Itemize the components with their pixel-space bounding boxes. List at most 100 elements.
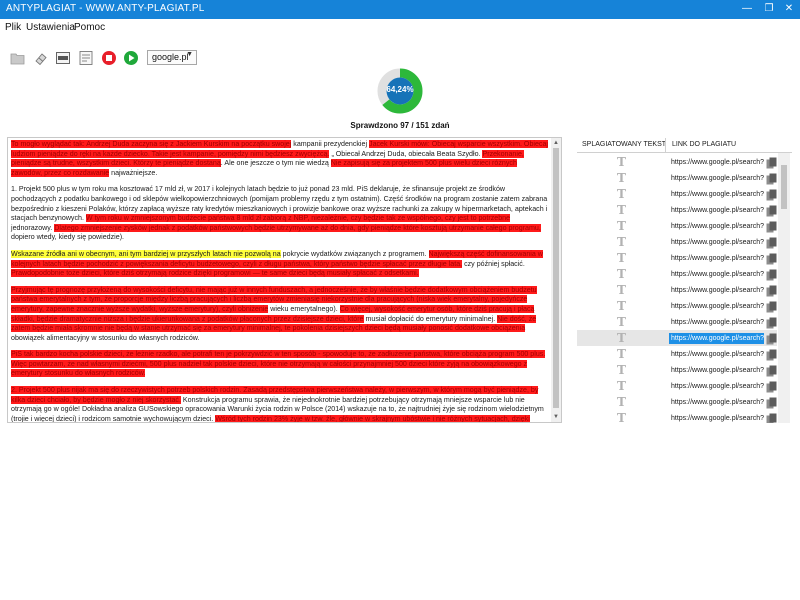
close-button[interactable]: ✕ [776, 0, 800, 19]
analyzed-text-panel[interactable]: To mogło wyglądać tak: Andrzej Duda zacz… [7, 137, 562, 423]
table-scrollbar[interactable] [778, 153, 790, 423]
column-header-text[interactable]: SPLAGIATOWANY TEKST [582, 141, 666, 148]
menu-plik[interactable]: Plik [5, 22, 21, 33]
text-type-icon[interactable]: T [617, 156, 626, 168]
scroll-down-icon[interactable]: ▼ [551, 412, 561, 422]
copy-icon[interactable] [766, 252, 778, 265]
menu-pomoc[interactable]: Pomoc [74, 22, 105, 33]
table-row[interactable]: Thttps://www.google.pl/search?q= [577, 202, 777, 218]
text-type-icon[interactable]: T [617, 380, 626, 392]
text-fragment: pokrycie wydatków związanych z programem… [280, 249, 429, 258]
text-type-icon[interactable]: T [617, 268, 626, 280]
table-row[interactable]: Thttps://www.google.pl/search?q= [577, 170, 777, 186]
table-row[interactable]: Thttps://www.google.pl/search?q= [577, 234, 777, 250]
table-row[interactable]: Thttps://www.google.pl/search?q= [577, 282, 777, 298]
plagiarism-link[interactable]: https://www.google.pl/search?q= [669, 189, 764, 200]
plagiarism-link[interactable]: https://www.google.pl/search?q= [669, 205, 764, 216]
play-icon[interactable] [123, 50, 139, 66]
text-type-icon[interactable]: T [617, 204, 626, 216]
copy-icon[interactable] [766, 316, 778, 329]
table-row[interactable]: Thttps://www.google.pl/search?q= [577, 330, 777, 346]
copy-icon[interactable] [766, 412, 778, 423]
scroll-up-icon[interactable]: ▲ [551, 138, 561, 148]
plagiarism-link[interactable]: https://www.google.pl/search?q= [669, 253, 764, 264]
plagiarism-link[interactable]: https://www.google.pl/search?q= [669, 333, 764, 344]
text-paragraph: 1. Projekt 500 plus w tym roku ma koszto… [11, 185, 549, 243]
column-header-link[interactable]: LINK DO PLAGIATU [672, 141, 736, 148]
copy-icon[interactable] [766, 204, 778, 217]
plagiarism-link[interactable]: https://www.google.pl/search?q= [669, 365, 764, 376]
plagiarism-link[interactable]: https://www.google.pl/search?q= [669, 269, 764, 280]
plagiarism-link[interactable]: https://www.google.pl/search?q= [669, 397, 764, 408]
plagiarism-link[interactable]: https://www.google.pl/search?q= [669, 381, 764, 392]
copy-icon[interactable] [766, 332, 778, 345]
copy-icon[interactable] [766, 348, 778, 361]
table-row[interactable]: Thttps://www.google.pl/search?q= [577, 394, 777, 410]
plagiarism-link[interactable]: https://www.google.pl/search?q= [669, 237, 764, 248]
copy-icon[interactable] [766, 188, 778, 201]
copy-icon[interactable] [766, 284, 778, 297]
search-engine-select[interactable]: google.pl ▼ [147, 50, 197, 65]
text-fragment: wieku emerytalnego). [268, 304, 340, 313]
title-bar: ANTYPLAGIAT - WWW.ANTY-PLAGIAT.PL — ❐ ✕ [0, 0, 800, 19]
table-row[interactable]: Thttps://www.google.pl/search?q= [577, 186, 777, 202]
text-type-icon[interactable]: T [617, 348, 626, 360]
plagiarism-link[interactable]: https://www.google.pl/search?q= [669, 349, 764, 360]
copy-icon[interactable] [766, 172, 778, 185]
plagiarism-link[interactable]: https://www.google.pl/search?q= [669, 317, 764, 328]
plagiarized-fragment: Dlatego zmniejszenie zysków jednak z pod… [54, 223, 541, 232]
text-type-icon[interactable]: T [617, 300, 626, 312]
text-fragment: jednorazowy. [11, 223, 55, 232]
copy-icon[interactable] [766, 300, 778, 313]
column-divider[interactable] [665, 138, 666, 152]
plagiarism-link[interactable]: https://www.google.pl/search?q= [669, 173, 764, 184]
copy-icon[interactable] [766, 156, 778, 169]
text-scrollbar[interactable]: ▲ ▼ [551, 138, 561, 422]
text-paragraph: Wskazane źródła ani w obecnym, ani tym b… [11, 249, 549, 279]
table-row[interactable]: Thttps://www.google.pl/search?q= [577, 346, 777, 362]
copy-icon[interactable] [766, 268, 778, 281]
stop-icon[interactable] [101, 50, 117, 66]
text-type-icon[interactable]: T [617, 396, 626, 408]
plagiarism-link[interactable]: https://www.google.pl/search?q= [669, 285, 764, 296]
text-type-icon[interactable]: T [617, 412, 626, 423]
text-type-icon[interactable]: T [617, 316, 626, 328]
text-paragraph: PiS tak bardzo kocha polskie dzieci, że … [11, 350, 549, 379]
eraser-icon[interactable] [33, 50, 49, 66]
report-icon[interactable] [78, 50, 94, 66]
copy-icon[interactable] [766, 396, 778, 409]
plagiarism-link[interactable]: https://www.google.pl/search?q= [669, 413, 764, 423]
copy-icon[interactable] [766, 220, 778, 233]
text-type-icon[interactable]: T [617, 220, 626, 232]
copy-icon[interactable] [766, 236, 778, 249]
menu-ustawienia[interactable]: Ustawienia [26, 22, 75, 33]
text-type-icon[interactable]: T [617, 172, 626, 184]
text-type-icon[interactable]: T [617, 364, 626, 376]
table-row[interactable]: Thttps://www.google.pl/search?q= [577, 218, 777, 234]
table-row[interactable]: Thttps://www.google.pl/search?q= [577, 410, 777, 423]
copy-icon[interactable] [766, 380, 778, 393]
text-scrollbar-thumb[interactable] [553, 148, 559, 408]
table-row[interactable]: Thttps://www.google.pl/search?q= [577, 250, 777, 266]
text-type-icon[interactable]: T [617, 188, 626, 200]
table-scrollbar-thumb[interactable] [781, 165, 787, 209]
table-row[interactable]: Thttps://www.google.pl/search?q= [577, 266, 777, 282]
text-type-icon[interactable]: T [617, 236, 626, 248]
plagiarism-link[interactable]: https://www.google.pl/search?q= [669, 221, 764, 232]
text-fragment: musiał dopłacić do emerytury minimalnej. [363, 314, 498, 323]
text-type-icon[interactable]: T [617, 284, 626, 296]
text-type-icon[interactable]: T [617, 252, 626, 264]
text-fragment: dopiero wtedy, kiedy się powiedzie). [11, 233, 125, 242]
folder-icon[interactable] [10, 50, 26, 66]
copy-icon[interactable] [766, 364, 778, 377]
table-row[interactable]: Thttps://www.google.pl/search?q= [577, 362, 777, 378]
highlighted-fragment: Wskazane źródła ani w obecnym, ani tym b… [11, 249, 281, 258]
text-type-icon[interactable]: T [617, 332, 626, 344]
plagiarism-link[interactable]: https://www.google.pl/search?q= [669, 301, 764, 312]
table-row[interactable]: Thttps://www.google.pl/search?q= [577, 154, 777, 170]
table-row[interactable]: Thttps://www.google.pl/search?q= [577, 314, 777, 330]
table-row[interactable]: Thttps://www.google.pl/search?q= [577, 378, 777, 394]
plagiarism-link[interactable]: https://www.google.pl/search?q= [669, 157, 764, 168]
table-row[interactable]: Thttps://www.google.pl/search?q= [577, 298, 777, 314]
txt-file-icon[interactable] [55, 50, 71, 66]
